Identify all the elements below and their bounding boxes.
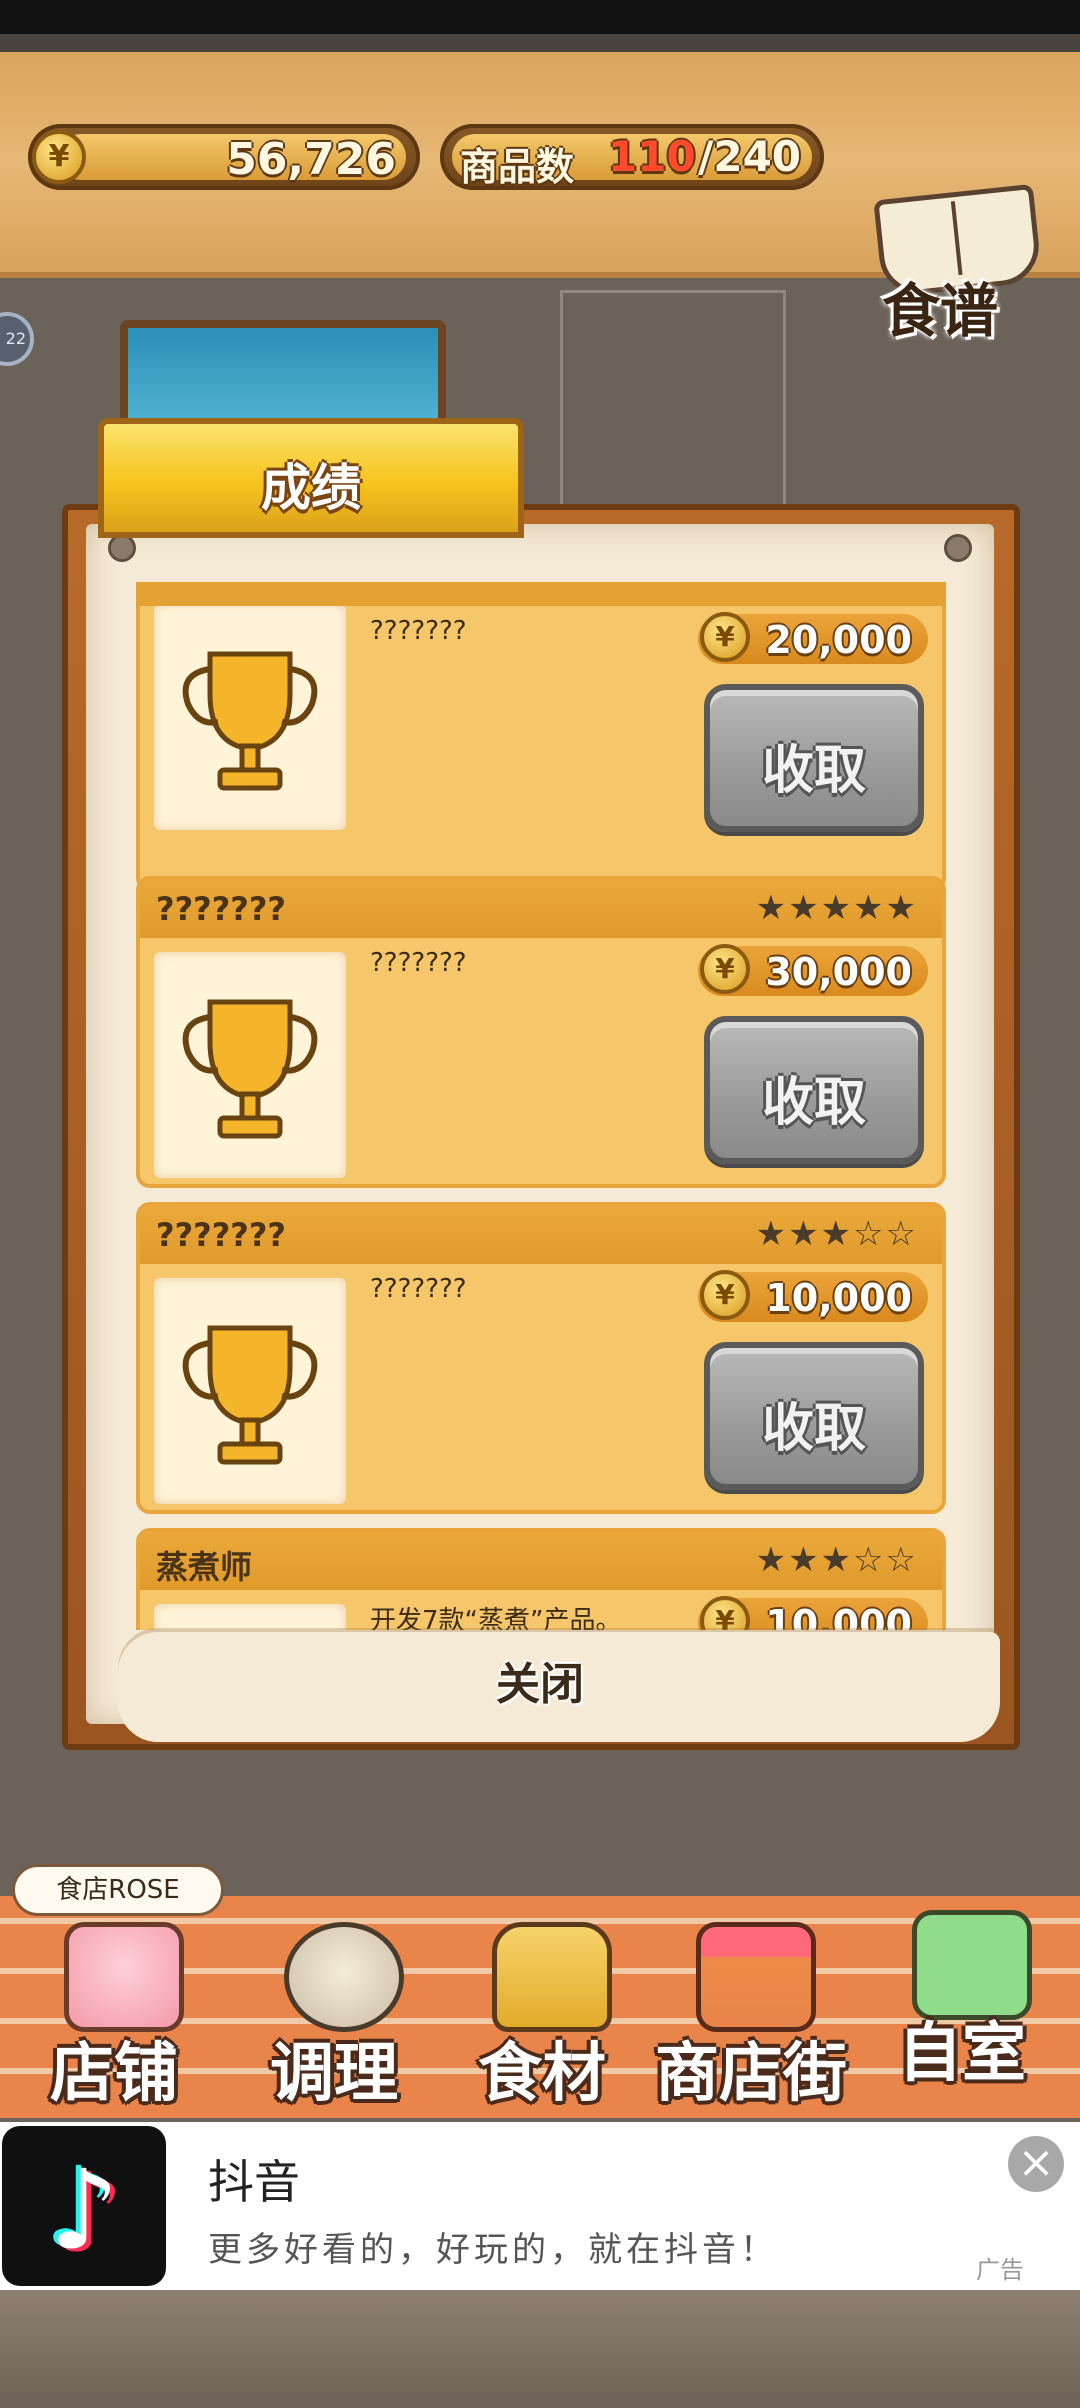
goods-count: 110 [608, 132, 696, 181]
trophy-frame [154, 1604, 346, 1630]
yen-coin-icon: ¥ [700, 1270, 750, 1320]
nav-my-room[interactable]: 自室 [862, 1900, 1062, 2100]
yen-coin-icon: ¥ [700, 612, 750, 662]
collect-button-label: 收取 [761, 1399, 866, 1459]
tab-achievements[interactable]: 成绩 [98, 418, 524, 538]
goods-counter: 商品数 110 /240 [440, 124, 824, 190]
flour-bag-icon [492, 1922, 612, 2032]
collect-button-label: 收取 [761, 1073, 866, 1133]
achievement-card: 蒸煮师 ★★★☆☆ 开发7款“蒸煮”产品。 ¥ 10,000 [136, 1528, 946, 1630]
star-rating: ★★★☆☆ [755, 1540, 918, 1580]
trophy-frame [154, 1278, 346, 1504]
achievement-card: ??????? ★★★☆☆ ??????? ¥ 10,000 收取 [136, 1202, 946, 1514]
card-header-remnant [136, 582, 946, 606]
trophy-icon [182, 1325, 318, 1465]
collect-button[interactable]: 收取 [704, 684, 924, 832]
ad-description: 更多好看的，好玩的，就在抖音！ [208, 2230, 778, 2270]
reward-amount: ¥ 30,000 [698, 944, 928, 996]
reward-value: 20,000 [765, 618, 912, 662]
card-description: 开发7款“蒸煮”产品。 [370, 1606, 622, 1630]
card-title: ??????? [156, 1216, 286, 1254]
trophy-icon [182, 651, 318, 791]
card-description: ??????? [370, 616, 467, 646]
collect-button-label: 收取 [761, 741, 866, 801]
reward-amount: ¥ 20,000 [698, 612, 928, 664]
yen-coin-icon: ¥ [700, 944, 750, 994]
nav-my-room-label: 自室 [898, 2017, 1026, 2091]
trophy-frame [154, 604, 346, 830]
goods-label: 商品数 [460, 145, 575, 189]
nav-shop-label: 店铺 [50, 2037, 178, 2111]
nav-cooking[interactable]: 调理 [234, 1912, 434, 2112]
tab-achievements-label: 成绩 [261, 459, 361, 517]
recipe-label: 食谱 [882, 277, 999, 345]
ad-title: 抖音 [208, 2155, 300, 2209]
collect-button[interactable]: 收取 [704, 1342, 924, 1490]
nav-shop[interactable]: 店铺 [14, 1912, 214, 2112]
collect-button[interactable]: 收取 [704, 1016, 924, 1164]
recipe-button[interactable]: 食谱 [868, 172, 1048, 345]
goods-total: /240 [698, 132, 802, 181]
nav-ingredients[interactable]: 食材 [442, 1912, 642, 2112]
level-badge[interactable]: 22 [0, 312, 34, 366]
top-strip [0, 34, 1080, 52]
reward-value: 30,000 [765, 950, 912, 994]
card-header: ??????? ★★★☆☆ [140, 1206, 942, 1264]
achievement-list[interactable]: ??????? ★★★★☆ ??????? ¥ 20,000 收取 [136, 582, 946, 1630]
card-description: ??????? [370, 948, 467, 978]
nav-cooking-label: 调理 [270, 2037, 398, 2111]
ad-label: 广告 [976, 2256, 1024, 2284]
reward-amount: ¥ 10,000 [698, 1270, 928, 1322]
card-title: ??????? [156, 890, 286, 928]
status-bar [0, 0, 1080, 34]
yen-coin-icon: ¥ [700, 1596, 750, 1630]
star-rating: ★★★★★ [755, 888, 918, 928]
reward-value: 10,000 [765, 1602, 912, 1630]
coin-value: 56,726 [226, 134, 396, 185]
ad-banner[interactable]: ♪ 抖音 更多好看的，好玩的，就在抖音！ × 广告 [0, 2122, 1080, 2290]
bottom-background [0, 2290, 1080, 2408]
nav-ingredients-label: 食材 [478, 2037, 606, 2111]
card-description: ??????? [370, 1274, 467, 1304]
shop-name-tag: 食店ROSE [12, 1864, 224, 1916]
nav-shopping-street[interactable]: 商店街 [646, 1912, 856, 2112]
achievement-card: ??????? ★★★★★ ??????? ¥ 30,000 收取 [136, 876, 946, 1188]
reward-value: 10,000 [765, 1276, 912, 1320]
pin-icon [108, 534, 136, 562]
yen-coin-icon: ¥ [32, 130, 86, 184]
trophy-icon [182, 999, 318, 1139]
star-rating: ★★★☆☆ [755, 1214, 918, 1254]
card-header: 蒸煮师 ★★★☆☆ [140, 1532, 942, 1590]
tiktok-note-glyph: ♪ [48, 2146, 120, 2274]
mixing-bowl-icon [284, 1922, 404, 2032]
pin-icon [944, 534, 972, 562]
trophy-frame [154, 952, 346, 1178]
close-button[interactable]: 关闭 [440, 1650, 640, 1720]
reward-amount: ¥ 10,000 [698, 1596, 928, 1630]
card-header: ??????? ★★★★★ [140, 880, 942, 938]
cake-icon [64, 1922, 184, 2032]
card-title: 蒸煮师 [156, 1548, 253, 1586]
tiktok-logo-icon: ♪ [2, 2126, 166, 2286]
store-icon [696, 1922, 816, 2032]
coin-counter: ¥ 56,726 [28, 124, 420, 190]
ad-close-button[interactable]: × [1008, 2136, 1064, 2192]
nav-shopping-street-label: 商店街 [655, 2037, 847, 2111]
achievement-card: ??????? ¥ 20,000 收取 [136, 582, 946, 892]
